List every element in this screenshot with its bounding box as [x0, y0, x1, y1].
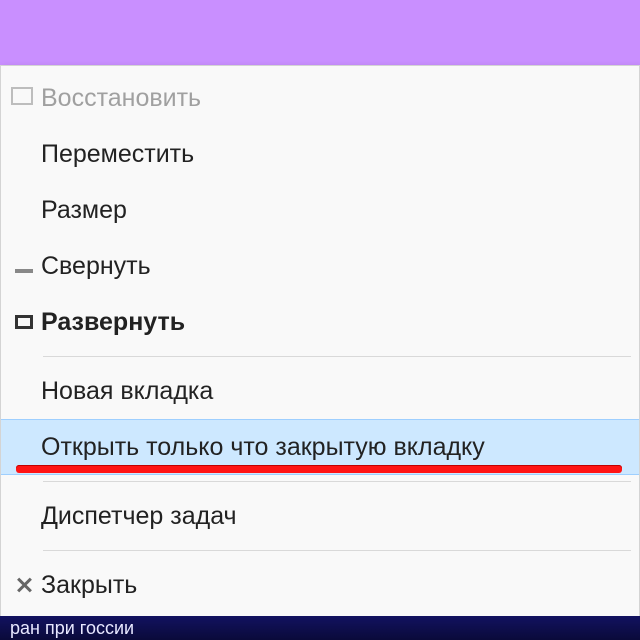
- menu-separator: [43, 481, 631, 482]
- background-page-text: ран при госсии: [0, 616, 640, 640]
- menu-item-restore: Восстановить: [1, 70, 639, 126]
- menu-item-label: Развернуть: [41, 308, 621, 337]
- background-text-fragment: ран при госсии: [10, 618, 134, 638]
- menu-item-label: Переместить: [41, 140, 621, 169]
- menu-item-minimize[interactable]: Свернуть: [1, 238, 639, 294]
- restore-icon: [7, 70, 41, 126]
- menu-item-size[interactable]: Размер: [1, 182, 639, 238]
- menu-separator: [43, 550, 631, 551]
- system-context-menu: Восстановить Переместить Размер Свернуть…: [0, 65, 640, 618]
- icon-slot-empty: [7, 182, 41, 238]
- menu-item-label: Восстановить: [41, 84, 621, 113]
- icon-slot-empty: [7, 363, 41, 419]
- menu-item-close[interactable]: Закрыть: [1, 557, 639, 613]
- window-area: Восстановить Переместить Размер Свернуть…: [0, 0, 640, 640]
- menu-item-label: Размер: [41, 196, 621, 225]
- close-icon: [7, 557, 41, 613]
- menu-item-label: Новая вкладка: [41, 377, 621, 406]
- menu-item-new-tab[interactable]: Новая вкладка: [1, 363, 639, 419]
- minimize-icon: [7, 238, 41, 294]
- menu-item-move[interactable]: Переместить: [1, 126, 639, 182]
- maximize-icon: [7, 294, 41, 350]
- icon-slot-empty: [7, 488, 41, 544]
- menu-item-label: Закрыть: [41, 571, 621, 600]
- window-titlebar[interactable]: [0, 0, 640, 65]
- menu-item-label: Диспетчер задач: [41, 502, 621, 531]
- menu-separator: [43, 356, 631, 357]
- menu-item-task-manager[interactable]: Диспетчер задач: [1, 488, 639, 544]
- icon-slot-empty: [7, 126, 41, 182]
- annotation-underline: [16, 465, 622, 473]
- menu-item-maximize[interactable]: Развернуть: [1, 294, 639, 350]
- menu-item-label: Открыть только что закрытую вкладку: [41, 433, 621, 462]
- menu-item-label: Свернуть: [41, 252, 621, 281]
